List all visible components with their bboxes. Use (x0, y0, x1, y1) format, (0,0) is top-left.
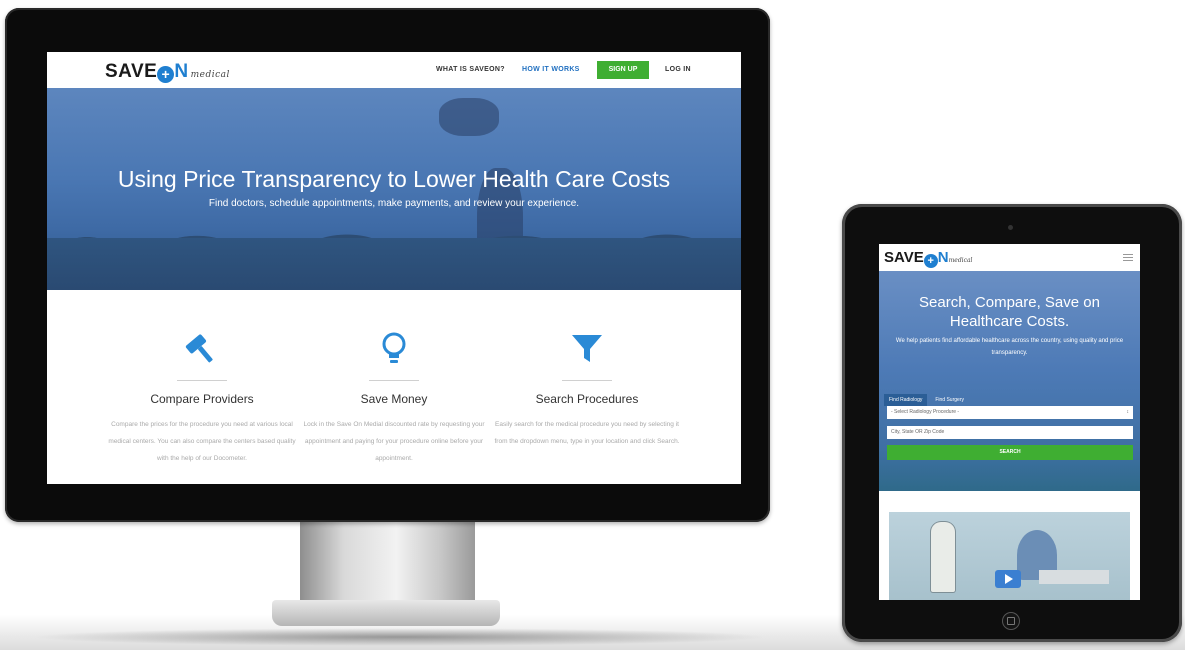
desktop-logo[interactable]: SAVE + Nmedical (105, 61, 230, 83)
lightbulb-icon (382, 332, 406, 363)
gavel-icon (185, 334, 213, 363)
feature-text: Easily search for the medical procedure … (494, 421, 680, 445)
tablet-logo[interactable]: SAVE + Nmedical (884, 249, 972, 268)
radiology-procedure-select[interactable]: - Select Radiology Procedure - ↕ (887, 406, 1133, 419)
feature-divider (369, 380, 419, 381)
select-arrows-icon: ↕ (1126, 409, 1130, 415)
feature-title: Search Procedures (535, 392, 639, 406)
desktop-screen: SAVE + Nmedical WHAT IS SAVEON? HOW IT WOR… (47, 52, 741, 484)
tablet-navbar: SAVE + Nmedical (879, 244, 1140, 271)
hero-title: Using Price Transparency to Lower Health… (117, 166, 671, 192)
tab-find-surgery[interactable]: Find Surgery (930, 394, 969, 406)
imac-stand-neck (300, 522, 475, 612)
desktop-navbar: SAVE + Nmedical WHAT IS SAVEON? HOW IT WOR… (47, 52, 741, 88)
imac-bezel: SAVE + Nmedical WHAT IS SAVEON? HOW IT WOR… (5, 8, 770, 522)
imac-stand-foot (272, 600, 500, 626)
features-section: Compare Providers Compare the prices for… (47, 290, 741, 484)
nav-how-it-works[interactable]: HOW IT WORKS (522, 66, 580, 73)
hero-subtitle: Find doctors, schedule appointments, mak… (208, 198, 580, 209)
video-doctor-illustration (931, 522, 955, 592)
feature-text: Lock in the Save On Medial discounted ra… (303, 421, 485, 462)
feature-divider (177, 380, 227, 381)
tablet-hero-subtitle: We help patients find affordable healthc… (895, 338, 1124, 356)
ipad-home-button (1002, 612, 1020, 630)
desktop-hero: Using Price Transparency to Lower Health… (47, 88, 741, 290)
nav-what-is-saveon[interactable]: WHAT IS SAVEON? (436, 66, 505, 73)
floor-shadow (30, 628, 770, 646)
logo-plus-icon: + (157, 66, 175, 83)
signup-button[interactable]: SIGN UP (597, 61, 649, 79)
video-bed-illustration (1039, 570, 1109, 584)
tablet-hero-title: Search, Compare, Save on Healthcare Cost… (919, 294, 1100, 330)
funnel-icon (572, 335, 602, 362)
ipad-camera (1008, 225, 1013, 230)
ipad-bezel: SAVE + Nmedical Search, Compare, Save on H… (842, 204, 1182, 642)
hero-field (47, 238, 741, 290)
explainer-video-thumbnail[interactable] (889, 512, 1130, 600)
hamburger-menu-icon[interactable] (1123, 254, 1133, 255)
nav-login[interactable]: LOG IN (665, 66, 691, 73)
feature-title: Save Money (360, 392, 428, 406)
feature-divider (562, 380, 612, 381)
location-input[interactable]: City, State OR Zip Code (887, 426, 1133, 439)
tablet-screen: SAVE + Nmedical Search, Compare, Save on H… (879, 244, 1140, 600)
search-button[interactable]: SEARCH (887, 445, 1133, 460)
hero-photo-child (439, 98, 499, 136)
feature-text: Compare the prices for the procedure you… (108, 421, 296, 462)
feature-title: Compare Providers (150, 392, 254, 406)
tablet-hero: Search, Compare, Save on Healthcare Cost… (879, 271, 1140, 491)
tablet-search-tabs: Find Radiology Find Surgery (884, 388, 972, 406)
logo-plus-icon: + (923, 254, 938, 268)
tab-find-radiology[interactable]: Find Radiology (884, 394, 928, 406)
play-icon[interactable] (995, 570, 1021, 588)
